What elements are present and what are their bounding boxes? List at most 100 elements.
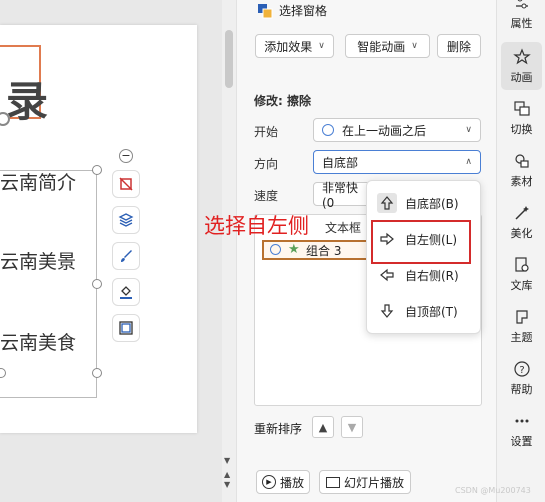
sidebar-item-library[interactable]: 文库 — [501, 250, 542, 298]
library-icon — [514, 256, 529, 272]
slide-canvas: 录 云南简介 云南美景 云南美食 − — [0, 0, 222, 502]
watermark: CSDN @Mu200743 — [455, 486, 531, 495]
vertical-scrollbar[interactable]: ▼ ▲ ▼ — [222, 0, 236, 502]
slide[interactable]: 录 云南简介 云南美景 云南美食 − — [0, 25, 197, 433]
transition-icon — [513, 100, 530, 116]
more-dots-icon — [515, 419, 528, 422]
sidebar-item-help[interactable]: ? 帮助 — [501, 354, 542, 402]
border-button[interactable] — [112, 314, 140, 342]
direction-select[interactable]: 自底部 ∧ — [313, 150, 481, 174]
border-icon — [119, 321, 133, 335]
start-label: 开始 — [254, 125, 279, 139]
play-icon: ▶ — [261, 475, 276, 489]
text-object-label: 文本框 — [325, 221, 362, 235]
sidebar-label: 文库 — [510, 278, 533, 292]
brush-icon — [121, 250, 132, 262]
layers-button[interactable] — [112, 206, 140, 234]
selection-pane-link[interactable]: 选择窗格 — [257, 2, 327, 19]
sidebar-label: 素材 — [510, 174, 533, 188]
direction-option-top[interactable]: 自顶部(T) — [377, 298, 473, 324]
sidebar-item-animation[interactable]: 动画 — [501, 42, 542, 90]
smart-animation-label: 智能动画 — [357, 39, 406, 54]
help-icon: ? — [513, 360, 530, 377]
sidebar-label: 美化 — [510, 226, 533, 240]
sidebar-item-transition[interactable]: 切换 — [501, 94, 542, 142]
arrow-up-icon: ▲ — [318, 420, 328, 434]
speed-value: 非常快(0 — [322, 180, 359, 210]
direction-option-label: 自右侧(R) — [405, 268, 459, 283]
speed-select[interactable]: 非常快(0 — [313, 181, 373, 210]
group-selection-frame[interactable] — [0, 170, 97, 398]
chevron-down-icon: ∨ — [411, 41, 418, 51]
slideshow-label: 幻灯片播放 — [343, 475, 404, 490]
arrow-down-icon — [377, 301, 397, 321]
direction-label: 方向 — [254, 157, 279, 171]
add-effect-button[interactable]: 添加效果 ∨ — [255, 34, 334, 58]
sidebar-item-properties[interactable]: 属性 — [501, 0, 542, 36]
direction-option-right[interactable]: 自右侧(R) — [377, 262, 473, 288]
chevron-down-icon: ∨ — [318, 41, 325, 51]
highlight-annotation-box — [371, 220, 471, 264]
annotation-text: 选择自左侧 — [204, 214, 309, 238]
slide-text-line: 云南美景 — [0, 251, 77, 273]
resize-handle[interactable] — [92, 279, 102, 289]
delete-button[interactable]: 删除 — [437, 34, 481, 58]
resize-handle[interactable] — [92, 368, 102, 378]
chevron-down-icon: ∨ — [465, 125, 472, 135]
smart-animation-button[interactable]: 智能动画 ∨ — [345, 34, 430, 58]
sidebar-label: 帮助 — [510, 382, 533, 396]
animation-list-item[interactable]: ★ 组合 3 — [262, 240, 374, 260]
assets-icon — [514, 153, 529, 168]
direction-option-label: 自底部(B) — [405, 196, 459, 211]
sidebar-item-beautify[interactable]: 美化 — [501, 198, 542, 246]
scroll-thumb[interactable] — [225, 30, 233, 88]
add-effect-label: 添加效果 — [264, 39, 313, 54]
slideshow-button[interactable]: 幻灯片播放 — [319, 470, 411, 494]
start-value: 在上一动画之后 — [342, 123, 427, 138]
sidebar-label: 切换 — [510, 122, 533, 136]
start-select[interactable]: 在上一动画之后 ∨ — [313, 118, 481, 142]
clock-icon — [322, 124, 334, 136]
star-icon — [512, 47, 531, 64]
crop-button[interactable] — [112, 170, 140, 198]
speed-label: 速度 — [254, 189, 279, 203]
resize-handle[interactable] — [92, 165, 102, 175]
svg-text:?: ? — [519, 365, 524, 376]
sidebar-item-theme[interactable]: 主题 — [501, 302, 542, 350]
direction-option-label: 自顶部(T) — [405, 304, 458, 319]
reorder-label: 重新排序 — [254, 422, 303, 436]
direction-value: 自底部 — [322, 155, 359, 170]
move-up-button[interactable]: ▲ — [312, 416, 334, 438]
brush-button[interactable] — [112, 242, 140, 270]
animation-item-label: 组合 3 — [306, 243, 342, 258]
play-label: 播放 — [279, 475, 304, 490]
layers-icon — [118, 213, 134, 227]
chevron-down-icon[interactable]: ▼ — [224, 456, 230, 465]
arrow-up-icon — [377, 193, 397, 213]
crop-icon — [119, 177, 133, 191]
page-down-icon[interactable]: ▼ — [224, 480, 230, 489]
chevron-up-icon: ∧ — [465, 157, 472, 167]
move-down-button[interactable]: ▼ — [341, 416, 363, 438]
effect-star-icon: ★ — [288, 242, 300, 257]
selection-pane-label: 选择窗格 — [279, 4, 328, 18]
arrow-down-icon: ▼ — [347, 420, 357, 434]
selection-pane-icon — [258, 3, 273, 18]
sidebar-item-settings[interactable]: 设置 — [501, 406, 542, 454]
sidebar-label: 设置 — [510, 434, 533, 448]
direction-option-bottom[interactable]: 自底部(B) — [377, 190, 473, 216]
slide-title-char: 录 — [6, 77, 49, 126]
sliders-icon — [515, 0, 528, 8]
play-button[interactable]: ▶ 播放 — [256, 470, 310, 494]
fill-bucket-icon — [120, 286, 132, 299]
sidebar-label: 主题 — [510, 330, 533, 344]
right-sidebar: 属性 动画 切换 素材 美化 文库 主题 ? 帮助 设置 — [496, 0, 545, 502]
collapse-icon[interactable]: − — [119, 149, 133, 163]
page-up-icon[interactable]: ▲ — [224, 470, 230, 479]
slide-text-line: 云南美食 — [0, 332, 77, 354]
sidebar-item-assets[interactable]: 素材 — [501, 146, 542, 194]
magic-wand-icon — [514, 205, 529, 220]
clock-icon — [270, 244, 281, 255]
fill-button[interactable] — [112, 278, 140, 306]
delete-label: 删除 — [446, 39, 471, 54]
